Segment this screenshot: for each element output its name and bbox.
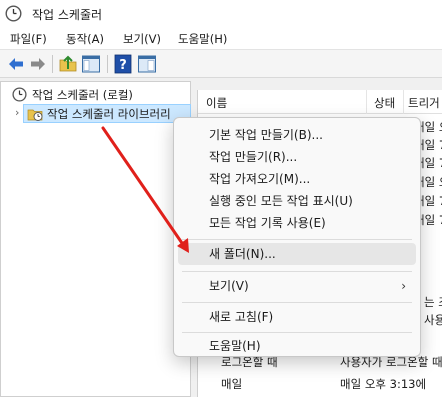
svg-text:?: ? [119,58,127,73]
detail-text: 사용 [424,313,442,327]
menu-item-refresh[interactable]: 새로 고침(F) [174,306,420,328]
menu-item-import-task[interactable]: 작업 가져오기(M)... [174,168,420,190]
context-menu: 기본 작업 만들기(B)... 작업 만들기(R)... 작업 가져오기(M).… [173,117,421,357]
menu-action[interactable]: 동작(A) [66,31,104,47]
menu-item-new-folder[interactable]: 새 폴더(N)... [178,243,416,265]
list-header: 이름 상태 트리거 [198,90,442,114]
menu-separator [182,302,412,303]
column-name[interactable]: 이름 [206,95,227,111]
menu-item-create-task[interactable]: 작업 만들기(R)... [174,146,420,168]
folder-up-icon[interactable] [58,54,78,74]
toolbar-separator [52,55,53,73]
title-bar: 작업 스케줄러 [0,0,442,28]
column-status[interactable]: 상태 [374,95,395,111]
detail-text: 는 조 [424,295,442,309]
chevron-right-icon[interactable]: › [15,106,19,119]
back-arrow-icon[interactable] [6,54,26,74]
menu-separator [182,332,412,333]
menu-help[interactable]: 도움말(H) [178,31,227,47]
column-divider [403,90,404,114]
tree-item-library[interactable]: 작업 스케줄러 라이브러리 [23,104,191,123]
toolbar-separator [107,55,108,73]
column-trigger[interactable]: 트리거 [408,95,440,111]
folder-clock-icon [27,109,43,121]
menu-view[interactable]: 보기(V) [123,31,161,47]
trigger-details: 로그온할 때 사용자가 로그온할 때 매일 매일 오후 3:13에 [215,352,442,397]
menu-item-display-running-tasks[interactable]: 실행 중인 모든 작업 표시(U) [174,190,420,212]
menu-item-help[interactable]: 도움말(H) [174,335,420,357]
toolbar: ? [0,50,442,78]
menu-separator [182,271,412,272]
chevron-right-icon: › [401,279,406,293]
clock-icon [12,87,27,102]
tree-root-label[interactable]: 작업 스케줄러 (로컬) [32,87,133,103]
trigger-type: 매일 [221,377,243,391]
help-icon[interactable]: ? [113,54,133,74]
show-action-pane-icon[interactable] [137,54,157,74]
menu-bar: 파일(F) 동작(A) 보기(V) 도움말(H) [0,28,442,50]
menu-file[interactable]: 파일(F) [10,31,47,47]
menu-item-create-basic-task[interactable]: 기본 작업 만들기(B)... [174,124,420,146]
forward-arrow-icon[interactable] [28,54,48,74]
console-tree: 작업 스케줄러 (로컬) › 작업 스케줄러 라이브러리 [0,81,191,397]
window-title: 작업 스케줄러 [32,8,103,22]
trigger-detail: 매일 오후 3:13에 [340,377,427,391]
show-hide-tree-icon[interactable] [81,54,101,74]
menu-item-enable-task-history[interactable]: 모든 작업 기록 사용(E) [174,212,420,234]
column-divider [366,90,367,114]
menu-separator [182,239,412,240]
tree-item-library-label: 작업 스케줄러 라이브러리 [47,107,171,121]
menu-item-view-label: 보기(V) [209,279,249,293]
menu-item-view[interactable]: 보기(V) › [174,275,420,297]
clock-icon [5,5,22,22]
